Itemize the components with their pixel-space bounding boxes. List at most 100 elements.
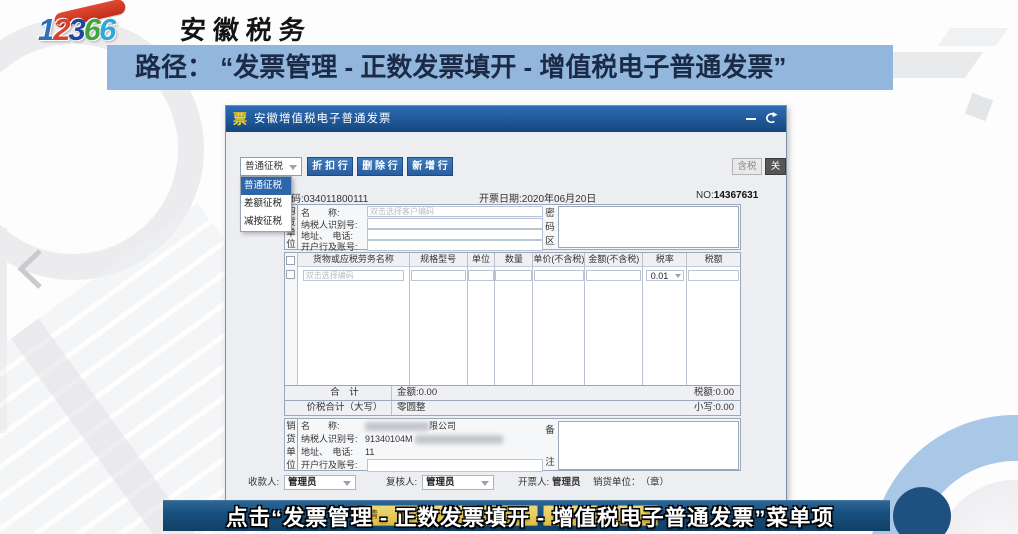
invoice-number-label: NO:: [696, 190, 714, 201]
quantity-input[interactable]: [495, 269, 533, 281]
invoice-app-icon: 票: [233, 111, 247, 127]
tax-mode-dropdown-list: 普通征税 差额征税 减按征税: [240, 176, 292, 232]
tax-rate-select[interactable]: 0.01: [645, 269, 684, 281]
screenshot-stage: 12366 安徽税务 路径： “发票管理 - 正数发票填开 - 增值税电子普通发…: [0, 0, 1018, 534]
restore-icon[interactable]: [763, 112, 778, 125]
tax-mode-value: 普通征税: [245, 161, 284, 172]
totals-tax: 税额:0.00: [693, 387, 734, 398]
invoice-date: 开票日期:2020年06月20日: [479, 194, 597, 205]
column-header: 税额: [687, 253, 740, 267]
payee-select[interactable]: 管理员: [284, 475, 356, 490]
tax-included-toggle[interactable]: 含税: [732, 158, 762, 175]
buyer-bank-input[interactable]: [367, 239, 543, 251]
seller-address-label: 地址、 电话:: [301, 447, 354, 457]
column-unit: 单位: [467, 253, 496, 385]
dropdown-option-reduced[interactable]: 减按征税: [241, 213, 291, 231]
totals-amount: 金额:0.00: [397, 387, 438, 398]
remark-label-bottom: 注: [545, 457, 555, 468]
reviewer-value: 管理员: [426, 477, 455, 488]
seller-name-visible: 限公司: [429, 421, 457, 431]
seller-taxid-row: 纳税人识别号: 91340104M: [301, 433, 503, 446]
unit-input[interactable]: [467, 269, 495, 281]
remark-label: 备注: [544, 422, 556, 468]
logo-digit: 6: [83, 12, 101, 47]
buyer-taxid-row: 纳税人识别号:: [301, 218, 365, 230]
column-header: 数量: [495, 253, 533, 267]
discount-row-button[interactable]: 折 扣 行: [307, 157, 353, 176]
dropdown-option-ordinary[interactable]: 普通征税: [241, 177, 291, 195]
column-quantity: 数量: [495, 253, 534, 385]
remark-box[interactable]: [558, 421, 739, 470]
total-figures-value: 小写:0.00: [693, 402, 734, 413]
logo-digit: 6: [99, 12, 116, 47]
drawer-label: 开票人:: [518, 477, 550, 488]
column-tax-rate: 税率 0.01: [643, 253, 688, 385]
seller-bank-row: 开户行及账号:: [301, 459, 365, 472]
buyer-name-input[interactable]: [367, 206, 543, 217]
logo-digit: 2: [53, 12, 70, 47]
chevron-down-icon: [343, 481, 351, 486]
signers-row: 收款人: 管理员 复核人: 管理员 开票人: 管理员 销货单位： （章）: [226, 475, 788, 491]
row-checkbox[interactable]: [286, 270, 296, 279]
chevron-down-icon: [481, 481, 489, 486]
amount-input[interactable]: [586, 269, 642, 281]
total-words-label: 价税合计（大写）: [298, 401, 392, 415]
password-area-box: [558, 206, 739, 248]
column-unit-price: 单价(不含税): [533, 253, 586, 385]
window-title: 安徽增值税电子普通发票: [254, 113, 392, 125]
spec-input[interactable]: [410, 269, 466, 281]
chevron-down-icon: [674, 273, 681, 278]
seller-section: 销货单位 名 称: 限公司 纳税人识别号: 91340104M 地址、 电话: 11 …: [284, 418, 741, 472]
delete-row-button[interactable]: 删 除 行: [357, 157, 403, 176]
seller-bank-label: 开户行及账号:: [301, 460, 358, 470]
close-toggle-button[interactable]: 关: [765, 158, 786, 175]
path-banner: 路径： “发票管理 - 正数发票填开 - 增值税电子普通发票”: [107, 45, 893, 90]
column-header: 规格型号: [409, 253, 467, 267]
minimize-icon[interactable]: [746, 118, 756, 120]
seller-taxid-visible: 91340104M: [365, 434, 413, 444]
column-goods-name: 货物或应税劳务名称: [297, 253, 410, 385]
payee-value: 管理员: [288, 477, 317, 488]
add-row-button[interactable]: 新 增 行: [407, 157, 453, 176]
remark-label-top: 备: [545, 425, 555, 436]
goods-name-input[interactable]: [302, 269, 404, 281]
decor-stripe: [937, 28, 1009, 46]
logo-12366: 12366: [38, 12, 116, 48]
seller-address-value: 11: [365, 447, 375, 457]
row-checkbox[interactable]: [286, 256, 296, 265]
column-tax: 税额: [687, 253, 740, 385]
tax-mode-select[interactable]: 普通征税: [240, 157, 302, 176]
column-header: 单位: [467, 253, 495, 267]
tax-input[interactable]: [687, 269, 740, 281]
payee-label: 收款人:: [248, 477, 280, 488]
buyer-section: 购货单位 名 称: 纳税人识别号: 地址、 电话: 开户行及账号: 密码区: [284, 204, 741, 252]
invoice-number-value: 14367631: [713, 190, 759, 201]
logo-digit: 1: [38, 12, 55, 47]
totals-label: 合 计: [298, 386, 392, 400]
seller-address-row: 地址、 电话: 11: [301, 446, 374, 459]
dropdown-option-difference[interactable]: 差额征税: [241, 195, 291, 213]
redacted-blur: [414, 435, 503, 445]
items-table: 货物或应税劳务名称 规格型号 单位 数量 单价(不含税) 金额(不含税): [284, 252, 741, 386]
seller-side-label: 销货单位: [285, 419, 298, 471]
column-spec: 规格型号: [409, 253, 468, 385]
reviewer-select[interactable]: 管理员: [422, 475, 494, 490]
path-banner-text: 路径： “发票管理 - 正数发票填开 - 增值税电子普通发票”: [135, 52, 787, 82]
total-words-value: 零圆整: [397, 402, 426, 413]
invoice-number: NO:14367631: [696, 190, 758, 201]
seller-taxid-label: 纳税人识别号:: [301, 434, 358, 444]
column-amount: 金额(不含税): [585, 253, 644, 385]
logo-digit: 3: [68, 12, 86, 47]
caption-text: 点击“发票管理 - 正数发票填开 - 增值税电子普通发票”菜单项: [226, 506, 834, 530]
seller-bank-input[interactable]: [367, 459, 543, 472]
column-header: 税率: [643, 253, 687, 267]
window-titlebar[interactable]: 票 安徽增值税电子普通发票: [226, 106, 786, 132]
chevron-left-icon: [12, 246, 48, 297]
buyer-taxid-input[interactable]: [367, 217, 543, 229]
unit-price-input[interactable]: [533, 269, 584, 281]
column-header: 金额(不含税): [585, 253, 643, 267]
brand-name: 安徽税务: [178, 16, 313, 46]
hotline-logo: 12366 安徽税务: [30, 0, 330, 50]
seller-name-row: 名 称: 限公司: [301, 420, 456, 433]
buyer-address-input[interactable]: [367, 229, 543, 240]
